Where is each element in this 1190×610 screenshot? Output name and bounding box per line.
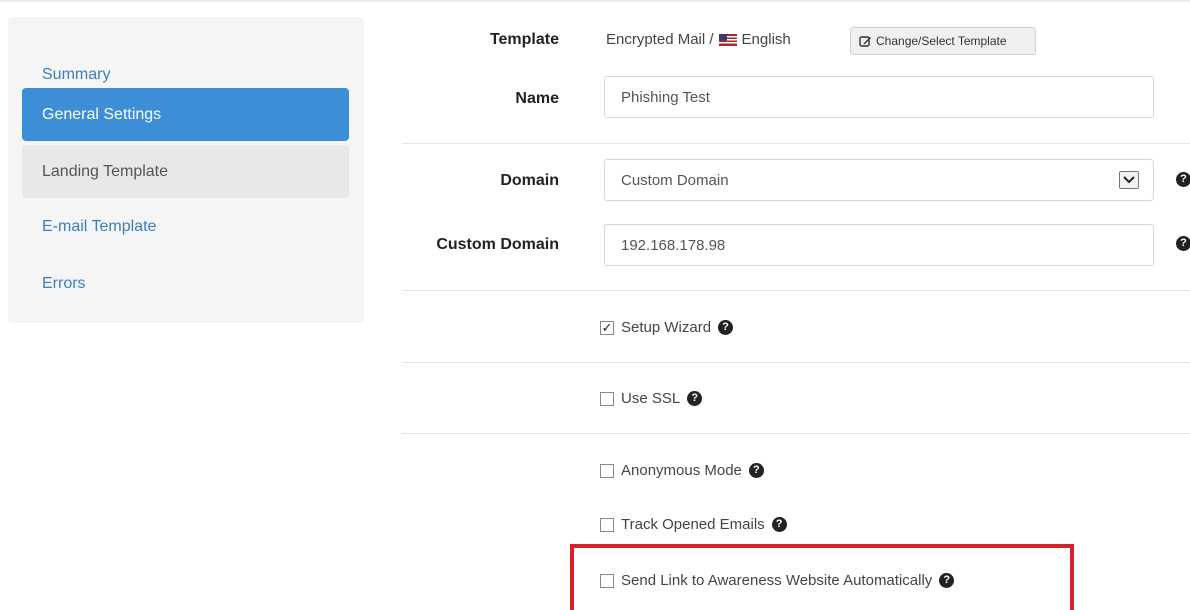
name-label: Name xyxy=(515,90,559,107)
use-ssl-help-icon[interactable]: ? xyxy=(687,391,703,406)
domain-selected-value: Custom Domain xyxy=(621,171,729,189)
custom-domain-help-icon[interactable]: ? xyxy=(1176,236,1190,251)
change-template-button[interactable]: Change/Select Template xyxy=(850,27,1036,55)
name-input[interactable]: Phishing Test xyxy=(604,76,1154,118)
divider xyxy=(402,290,1190,291)
template-value: Encrypted Mail / English xyxy=(606,31,791,48)
domain-help-icon[interactable]: ? xyxy=(1176,172,1190,187)
setup-wizard-label: Setup Wizard xyxy=(621,319,712,336)
track-opened-checkbox[interactable] xyxy=(600,517,614,532)
chevron-down-icon[interactable] xyxy=(1119,171,1139,189)
template-name: Encrypted Mail / xyxy=(606,31,714,48)
sidebar-item-landing-template[interactable]: Landing Template xyxy=(22,145,349,198)
setup-wizard-help-icon[interactable]: ? xyxy=(718,320,734,335)
sidebar: Summary General Settings Landing Templat… xyxy=(8,17,364,323)
use-ssl-checkbox[interactable] xyxy=(600,391,614,406)
sidebar-item-email-template[interactable]: E-mail Template xyxy=(22,200,349,253)
top-divider xyxy=(0,0,1190,2)
template-language: English xyxy=(741,31,791,48)
anonymous-mode-label: Anonymous Mode xyxy=(621,462,742,479)
us-flag-icon xyxy=(718,33,737,46)
custom-domain-label: Custom Domain xyxy=(436,236,559,253)
anonymous-mode-option: Anonymous Mode ? xyxy=(600,462,764,479)
use-ssl-label: Use SSL xyxy=(621,390,681,407)
anonymous-mode-checkbox[interactable] xyxy=(600,463,614,478)
sidebar-item-errors[interactable]: Errors xyxy=(22,257,349,310)
name-value: Phishing Test xyxy=(621,88,710,106)
divider xyxy=(402,143,1190,144)
change-template-label: Change/Select Template xyxy=(876,34,1007,48)
edit-icon xyxy=(859,35,871,47)
setup-wizard-option: ✓ Setup Wizard ? xyxy=(600,319,734,336)
template-label: Template xyxy=(489,31,559,48)
track-opened-label: Track Opened Emails xyxy=(621,516,765,533)
divider xyxy=(402,433,1190,434)
domain-label: Domain xyxy=(500,172,559,189)
domain-select[interactable]: Custom Domain xyxy=(604,159,1154,201)
divider xyxy=(402,362,1190,363)
anonymous-mode-help-icon[interactable]: ? xyxy=(748,463,764,478)
track-opened-option: Track Opened Emails ? xyxy=(600,516,787,533)
custom-domain-input[interactable]: 192.168.178.98 xyxy=(604,224,1154,266)
track-opened-help-icon[interactable]: ? xyxy=(771,517,787,532)
use-ssl-option: Use SSL ? xyxy=(600,390,703,407)
custom-domain-value: 192.168.178.98 xyxy=(621,236,726,254)
sidebar-item-general-settings[interactable]: General Settings xyxy=(22,88,349,141)
setup-wizard-checkbox[interactable]: ✓ xyxy=(600,320,614,335)
highlight-box xyxy=(570,544,1074,610)
